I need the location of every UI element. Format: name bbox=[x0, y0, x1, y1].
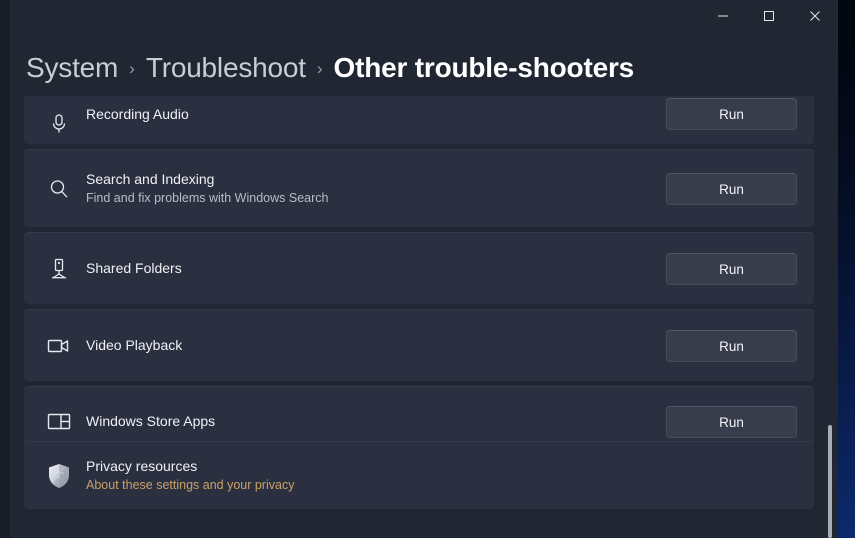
app-layout-icon bbox=[42, 411, 76, 431]
shared-folders-icon bbox=[42, 257, 76, 281]
list-item-subtitle: Find and fix problems with Windows Searc… bbox=[86, 191, 329, 205]
settings-window: System › Troubleshoot › Other trouble-sh… bbox=[0, 0, 838, 538]
scrollbar-thumb[interactable] bbox=[828, 425, 832, 538]
list-item-title: Video Playback bbox=[86, 337, 183, 353]
run-button[interactable]: Run bbox=[666, 330, 797, 362]
run-button[interactable]: Run bbox=[666, 173, 797, 205]
close-button[interactable] bbox=[792, 0, 838, 32]
list-item-title: Privacy resources bbox=[86, 458, 198, 474]
breadcrumb-item-current: Other trouble-shooters bbox=[333, 52, 635, 83]
list-item[interactable]: Video Playback Run bbox=[24, 309, 814, 381]
list-item-title: Shared Folders bbox=[86, 260, 182, 276]
microphone-icon bbox=[42, 112, 76, 136]
list-item[interactable]: Shared Folders Run bbox=[24, 232, 814, 304]
breadcrumb: System › Troubleshoot › Other trouble-sh… bbox=[26, 52, 634, 84]
list-item-title: Recording Audio bbox=[86, 106, 189, 122]
title-bar[interactable] bbox=[0, 0, 838, 32]
scrollbar[interactable] bbox=[824, 96, 836, 538]
run-button[interactable]: Run bbox=[666, 98, 797, 130]
chevron-right-icon: › bbox=[316, 59, 323, 78]
privacy-settings-link[interactable]: About these settings and your privacy bbox=[86, 478, 294, 493]
maximize-button[interactable] bbox=[746, 0, 792, 32]
search-icon bbox=[42, 177, 76, 201]
troubleshooter-list: Recording Audio Run Search and Indexing … bbox=[0, 96, 838, 538]
run-button[interactable]: Run bbox=[666, 253, 797, 285]
run-button[interactable]: Run bbox=[666, 406, 797, 438]
list-item-title: Search and Indexing bbox=[86, 171, 215, 187]
video-camera-icon bbox=[42, 335, 76, 357]
list-item-privacy[interactable]: Privacy resources About these settings a… bbox=[24, 441, 814, 509]
chevron-right-icon: › bbox=[129, 59, 135, 78]
minimize-button[interactable] bbox=[700, 0, 746, 32]
breadcrumb-item-troubleshoot[interactable]: Troubleshoot bbox=[146, 52, 306, 84]
list-item-title: Windows Store Apps bbox=[86, 413, 216, 429]
list-item[interactable]: Search and Indexing Find and fix problem… bbox=[24, 149, 814, 227]
shield-icon bbox=[42, 462, 76, 490]
list-item[interactable]: Recording Audio Run bbox=[24, 96, 814, 144]
breadcrumb-item-system[interactable]: System bbox=[26, 52, 118, 84]
